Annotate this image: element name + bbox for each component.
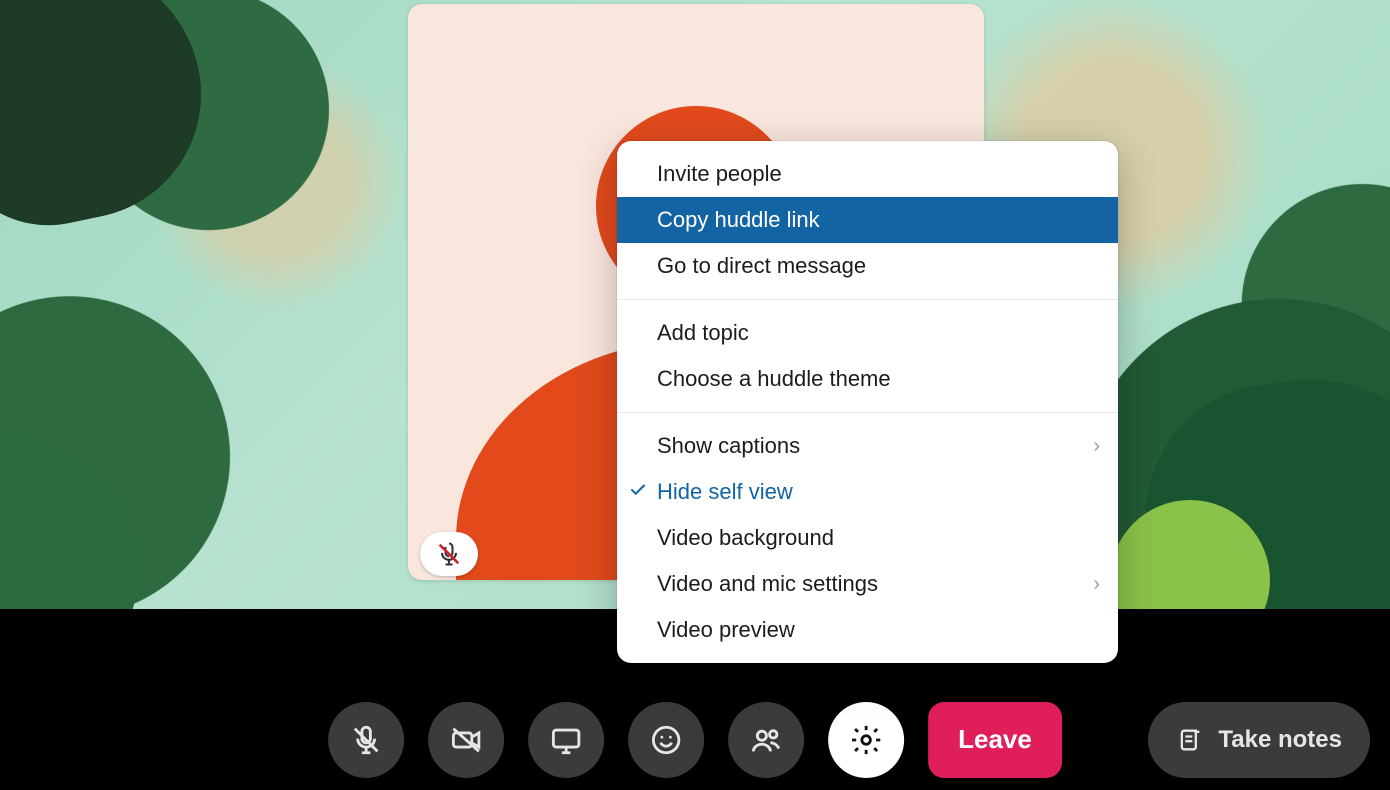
mic-off-icon — [349, 723, 383, 757]
people-icon — [749, 723, 783, 757]
menu-group: Invite people Copy huddle link Go to dir… — [617, 141, 1118, 299]
menu-item-label: Add topic — [657, 320, 749, 346]
check-icon — [629, 479, 647, 505]
huddle-toolbar: Leave Take notes — [0, 689, 1390, 790]
menu-item-video-background[interactable]: Video background — [617, 515, 1118, 561]
mic-toggle-button[interactable] — [328, 702, 404, 778]
settings-menu: Invite people Copy huddle link Go to dir… — [617, 141, 1118, 663]
menu-item-add-topic[interactable]: Add topic — [617, 310, 1118, 356]
menu-item-label: Invite people — [657, 161, 782, 187]
camera-off-icon — [449, 723, 483, 757]
menu-group: Add topic Choose a huddle theme — [617, 300, 1118, 412]
camera-toggle-button[interactable] — [428, 702, 504, 778]
people-button[interactable] — [728, 702, 804, 778]
take-notes-label: Take notes — [1218, 726, 1342, 754]
leave-button[interactable]: Leave — [928, 702, 1062, 778]
menu-item-choose-theme[interactable]: Choose a huddle theme — [617, 356, 1118, 402]
menu-item-label: Video background — [657, 525, 834, 551]
menu-item-hide-self-view[interactable]: Hide self view — [617, 469, 1118, 515]
chevron-right-icon: › — [1093, 435, 1100, 458]
menu-item-label: Video and mic settings — [657, 571, 878, 597]
share-screen-button[interactable] — [528, 702, 604, 778]
take-notes-button[interactable]: Take notes — [1148, 702, 1370, 778]
emoji-icon — [649, 723, 683, 757]
mic-muted-chip[interactable] — [420, 532, 478, 576]
menu-item-show-captions[interactable]: Show captions › — [617, 423, 1118, 469]
menu-item-video-preview[interactable]: Video preview — [617, 607, 1118, 653]
screen-icon — [549, 723, 583, 757]
settings-button[interactable] — [828, 702, 904, 778]
mic-off-icon — [435, 540, 463, 568]
menu-item-copy-huddle-link[interactable]: Copy huddle link — [617, 197, 1118, 243]
menu-item-av-settings[interactable]: Video and mic settings › — [617, 561, 1118, 607]
notes-icon — [1176, 726, 1204, 754]
menu-item-label: Video preview — [657, 617, 795, 643]
menu-item-label: Copy huddle link — [657, 207, 820, 233]
react-button[interactable] — [628, 702, 704, 778]
menu-item-label: Choose a huddle theme — [657, 366, 891, 392]
menu-item-go-to-dm[interactable]: Go to direct message — [617, 243, 1118, 289]
menu-item-invite-people[interactable]: Invite people — [617, 151, 1118, 197]
menu-item-label: Go to direct message — [657, 253, 866, 279]
gear-icon — [849, 723, 883, 757]
menu-group: Show captions › Hide self view Video bac… — [617, 413, 1118, 663]
decor-leaf — [0, 0, 224, 244]
menu-item-label: Hide self view — [657, 479, 793, 505]
menu-item-label: Show captions — [657, 433, 800, 459]
chevron-right-icon: › — [1093, 573, 1100, 596]
